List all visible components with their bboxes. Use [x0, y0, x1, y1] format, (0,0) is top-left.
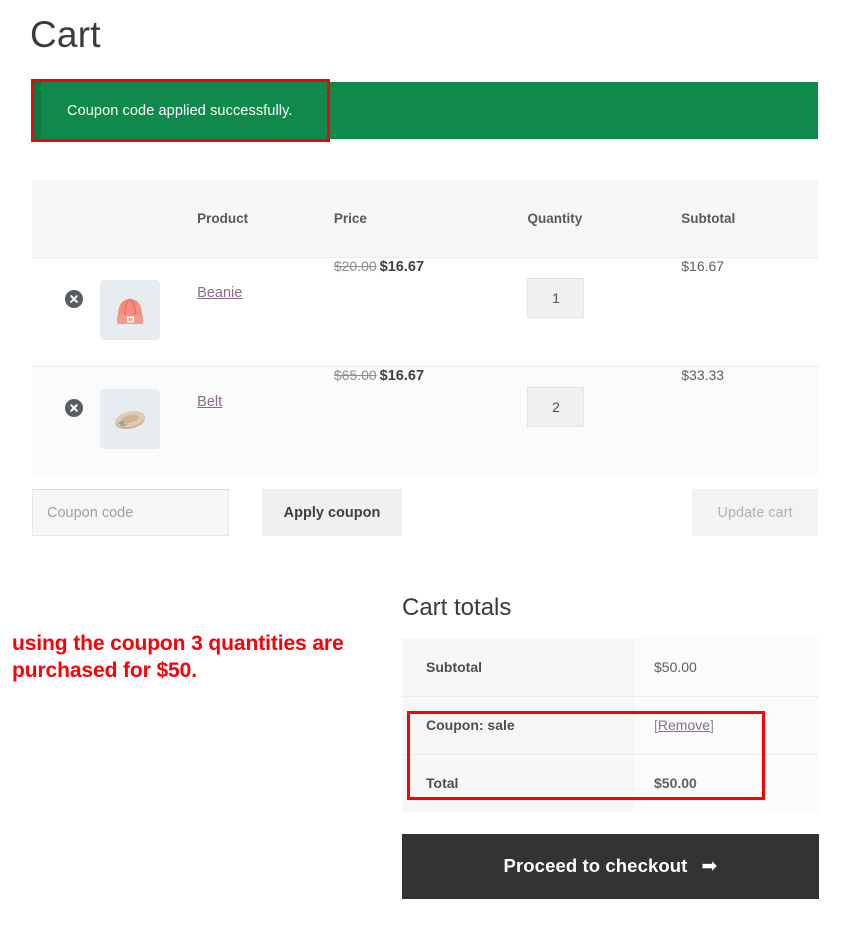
price-sale: $16.67: [379, 367, 425, 384]
price-original: $65.00: [333, 366, 377, 383]
checkout-label: Proceed to checkout: [503, 855, 688, 876]
totals-row-coupon: Coupon: sale [Remove]: [402, 695, 819, 754]
notice-message: Coupon code applied successfully.: [67, 102, 293, 119]
cell-remove: [32, 365, 101, 475]
totals-label-subtotal: Subtotal: [402, 638, 634, 696]
page-title: Cart: [30, 14, 101, 55]
quantity-input[interactable]: 1: [527, 277, 585, 318]
cell-subtotal: $33.33: [681, 365, 818, 475]
totals-value-subtotal: $50.00: [634, 638, 819, 696]
quantity-input[interactable]: 2: [527, 386, 585, 427]
cell-product-name: Beanie: [197, 256, 334, 366]
totals-value-total: $50.00: [634, 753, 819, 812]
header-subtotal: Subtotal: [681, 180, 818, 257]
header-remove: [32, 180, 101, 257]
notice-accent-bar: [32, 82, 41, 139]
totals-value-coupon: [Remove]: [634, 695, 819, 754]
cart-table-header-row: Product Price Quantity Subtotal: [32, 180, 818, 257]
cell-thumbnail: [100, 256, 198, 366]
proceed-to-checkout-button[interactable]: Proceed to checkout ➡: [402, 834, 819, 899]
price-sale: $16.67: [379, 258, 425, 275]
totals-row-subtotal: Subtotal $50.00: [402, 638, 819, 696]
header-thumbnail: [100, 180, 198, 257]
remove-circle-x-icon[interactable]: [65, 289, 83, 308]
coupon-success-notice: Coupon code applied successfully.: [32, 82, 818, 139]
table-row: Beanie $20.00 $16.67 1 $16.67: [32, 256, 818, 366]
cart-page: Cart Coupon code applied successfully. P…: [0, 0, 843, 931]
cell-product-name: Belt: [197, 365, 334, 475]
annotation-note: using the coupon 3 quantities are purcha…: [12, 632, 344, 682]
update-cart-button[interactable]: Update cart: [692, 489, 818, 536]
totals-row-total: Total $50.00: [402, 753, 819, 812]
cell-quantity: 1: [527, 256, 682, 366]
remove-circle-x-icon[interactable]: [65, 398, 83, 417]
remove-coupon-link[interactable]: Remove: [658, 717, 710, 733]
coupon-actions-row: Apply coupon Update cart: [32, 489, 818, 536]
cell-price: $65.00 $16.67: [333, 365, 528, 475]
cell-subtotal: $16.67: [681, 256, 818, 366]
table-row: Belt $65.00 $16.67 2 $33.33: [32, 365, 818, 475]
product-link-belt[interactable]: Belt: [197, 394, 222, 410]
header-price: Price: [333, 180, 528, 257]
bracket-close: ]: [710, 717, 714, 733]
header-quantity: Quantity: [527, 180, 682, 257]
header-product: Product: [197, 180, 334, 257]
apply-coupon-button[interactable]: Apply coupon: [262, 489, 402, 536]
cell-price: $20.00 $16.67: [333, 256, 528, 366]
belt-thumbnail[interactable]: [100, 388, 161, 449]
cart-totals-table: Subtotal $50.00 Coupon: sale [Remove] To…: [402, 638, 819, 812]
totals-label-total: Total: [402, 753, 634, 812]
price-original: $20.00: [333, 257, 377, 274]
beanie-thumbnail[interactable]: [100, 279, 161, 340]
totals-label-coupon: Coupon: sale: [402, 695, 634, 754]
cell-remove: [32, 256, 101, 366]
coupon-code-input[interactable]: [32, 489, 229, 536]
arrow-right-icon: ➡: [701, 856, 718, 877]
cart-items-table: Product Price Quantity Subtotal Beanie $…: [32, 180, 818, 475]
cell-thumbnail: [100, 365, 198, 475]
cart-totals-title: Cart totals: [402, 594, 512, 621]
product-link-beanie[interactable]: Beanie: [197, 285, 242, 301]
cell-quantity: 2: [527, 365, 682, 475]
